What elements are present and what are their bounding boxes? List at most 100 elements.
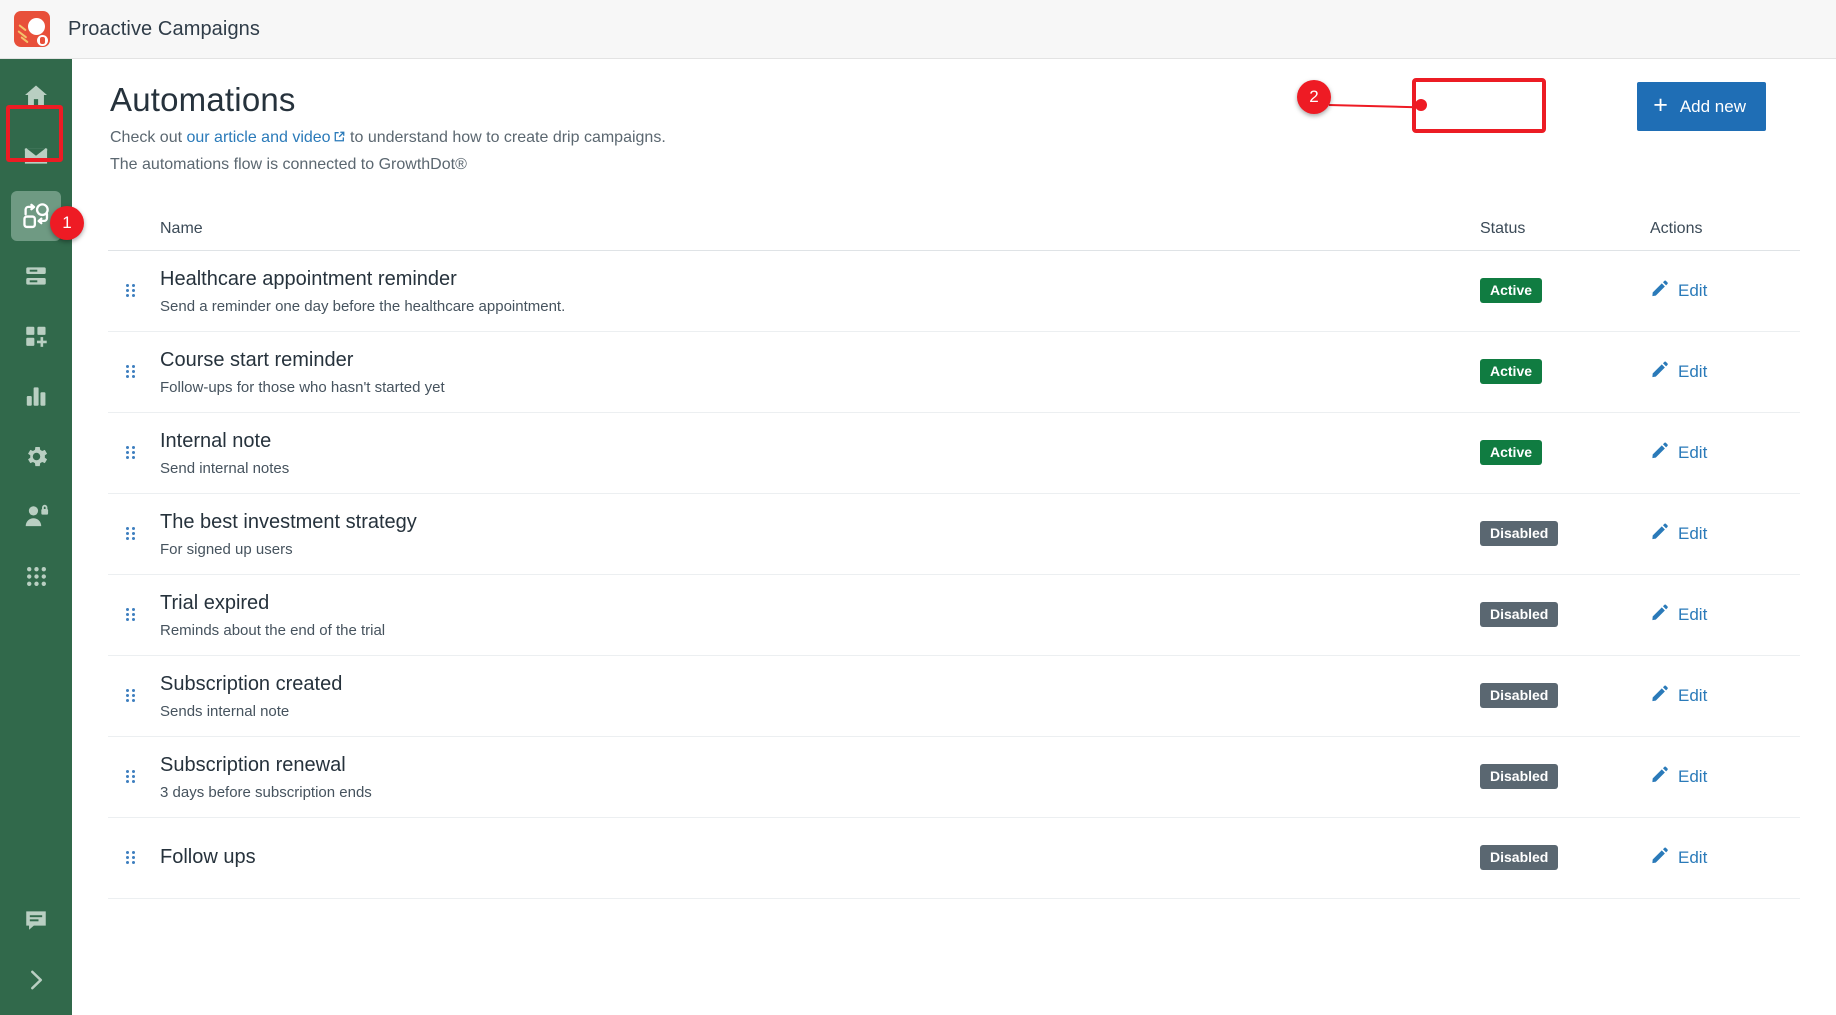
row-drag-cell — [108, 284, 160, 298]
row-drag-cell — [108, 608, 160, 622]
add-widget-icon — [23, 323, 49, 349]
pencil-icon — [1650, 279, 1669, 303]
sidebar-item-home[interactable] — [11, 71, 61, 121]
proactive-campaigns-logo-icon — [14, 11, 50, 47]
pencil-icon — [1650, 846, 1669, 870]
apps-grid-icon — [24, 564, 49, 589]
gear-icon — [23, 443, 50, 470]
status-badge: Disabled — [1480, 845, 1558, 870]
row-actions-cell: Edit — [1650, 765, 1800, 789]
drag-handle-icon[interactable] — [126, 689, 136, 703]
chat-bubble-icon — [23, 907, 49, 933]
row-status-cell: Disabled — [1480, 521, 1650, 546]
edit-button[interactable]: Edit — [1650, 684, 1707, 708]
sidebar-item-email[interactable] — [11, 131, 61, 181]
edit-button[interactable]: Edit — [1650, 441, 1707, 465]
edit-button[interactable]: Edit — [1650, 360, 1707, 384]
subtitle-prefix: Check out — [110, 129, 186, 146]
row-actions-cell: Edit — [1650, 684, 1800, 708]
automation-name: Subscription renewal — [160, 753, 1480, 778]
row-name-cell: Course start reminderFollow-ups for thos… — [160, 348, 1480, 396]
sidebar-item-user-access[interactable] — [11, 491, 61, 541]
status-badge: Active — [1480, 278, 1542, 303]
drag-handle-icon[interactable] — [126, 770, 136, 784]
plus-icon: + — [1653, 93, 1668, 118]
automation-name: Trial expired — [160, 591, 1480, 616]
row-drag-cell — [108, 770, 160, 784]
sidebar-item-add-widget[interactable] — [11, 311, 61, 361]
status-badge: Disabled — [1480, 683, 1558, 708]
header-actions: Actions — [1650, 220, 1800, 238]
edit-button[interactable]: Edit — [1650, 522, 1707, 546]
pencil-icon — [1650, 360, 1669, 384]
external-link-icon — [333, 126, 346, 152]
edit-button[interactable]: Edit — [1650, 279, 1707, 303]
drag-handle-icon[interactable] — [126, 284, 136, 298]
automations-table: Name Status Actions Healthcare appointme… — [108, 220, 1800, 899]
sidebar-item-database[interactable] — [11, 251, 61, 301]
page-subtitle-line2: The automations flow is connected to Gro… — [110, 152, 1836, 178]
table-row: Course start reminderFollow-ups for thos… — [108, 332, 1800, 413]
annotation-badge-2: 2 — [1297, 80, 1331, 114]
row-name-cell: Subscription created Sends internal note — [160, 672, 1480, 720]
add-new-button[interactable]: + Add new — [1637, 82, 1766, 131]
automation-description: Follow-ups for those who hasn't started … — [160, 379, 1480, 396]
row-actions-cell: Edit — [1650, 846, 1800, 870]
row-name-cell: Internal noteSend internal notes — [160, 429, 1480, 477]
pencil-icon — [1650, 522, 1669, 546]
annotation-badge-1: 1 — [50, 206, 84, 240]
table-row: The best investment strategy For signed u… — [108, 494, 1800, 575]
row-drag-cell — [108, 446, 160, 460]
automation-name: Healthcare appointment reminder — [160, 267, 1480, 292]
automation-description: Reminds about the end of the trial — [160, 622, 1480, 639]
article-and-video-link[interactable]: our article and video — [186, 129, 330, 146]
drag-handle-icon[interactable] — [126, 608, 136, 622]
table-row: Follow upsDisabledEdit — [108, 818, 1800, 899]
table-row: Healthcare appointment reminderSend a re… — [108, 251, 1800, 332]
edit-button[interactable]: Edit — [1650, 603, 1707, 627]
sidebar-item-reports[interactable] — [11, 371, 61, 421]
add-new-label: Add new — [1680, 97, 1746, 117]
home-icon — [22, 82, 50, 110]
edit-label: Edit — [1678, 605, 1707, 625]
row-status-cell: Disabled — [1480, 683, 1650, 708]
sidebar-item-chat[interactable] — [11, 895, 61, 945]
table-row: Subscription renewal 3 days before subscr… — [108, 737, 1800, 818]
row-drag-cell — [108, 689, 160, 703]
row-status-cell: Active — [1480, 440, 1650, 465]
pencil-icon — [1650, 765, 1669, 789]
edit-label: Edit — [1678, 281, 1707, 301]
sidebar-expand-button[interactable] — [11, 955, 61, 1005]
chevron-right-icon — [23, 967, 49, 993]
edit-label: Edit — [1678, 362, 1707, 382]
row-name-cell: Healthcare appointment reminderSend a re… — [160, 267, 1480, 315]
database-icon — [23, 263, 49, 289]
automation-description: 3 days before subscription ends — [160, 784, 1480, 801]
table-row: Subscription created Sends internal noteD… — [108, 656, 1800, 737]
bar-chart-icon — [23, 383, 49, 409]
pencil-icon — [1650, 441, 1669, 465]
automation-description: Sends internal note — [160, 703, 1480, 720]
status-badge: Disabled — [1480, 602, 1558, 627]
page-subtitle-line1: Check out our article and video to under… — [110, 125, 1836, 152]
automation-description: Send internal notes — [160, 460, 1480, 477]
table-body: Healthcare appointment reminderSend a re… — [108, 251, 1800, 899]
row-actions-cell: Edit — [1650, 603, 1800, 627]
drag-handle-icon[interactable] — [126, 527, 136, 541]
top-bar: Proactive Campaigns — [0, 0, 1836, 59]
edit-button[interactable]: Edit — [1650, 846, 1707, 870]
automation-description: For signed up users — [160, 541, 1480, 558]
edit-button[interactable]: Edit — [1650, 765, 1707, 789]
main-content: Automations Check out our article and vi… — [72, 59, 1836, 1015]
sidebar-item-apps[interactable] — [11, 551, 61, 601]
sidebar-item-settings[interactable] — [11, 431, 61, 481]
drag-handle-icon[interactable] — [126, 446, 136, 460]
status-badge: Active — [1480, 440, 1542, 465]
drag-handle-icon[interactable] — [126, 365, 136, 379]
automation-name: Subscription created — [160, 672, 1480, 697]
edit-label: Edit — [1678, 767, 1707, 787]
automation-name: The best investment strategy — [160, 510, 1480, 535]
row-status-cell: Disabled — [1480, 845, 1650, 870]
row-name-cell: Trial expired Reminds about the end of th… — [160, 591, 1480, 639]
drag-handle-icon[interactable] — [126, 851, 136, 865]
